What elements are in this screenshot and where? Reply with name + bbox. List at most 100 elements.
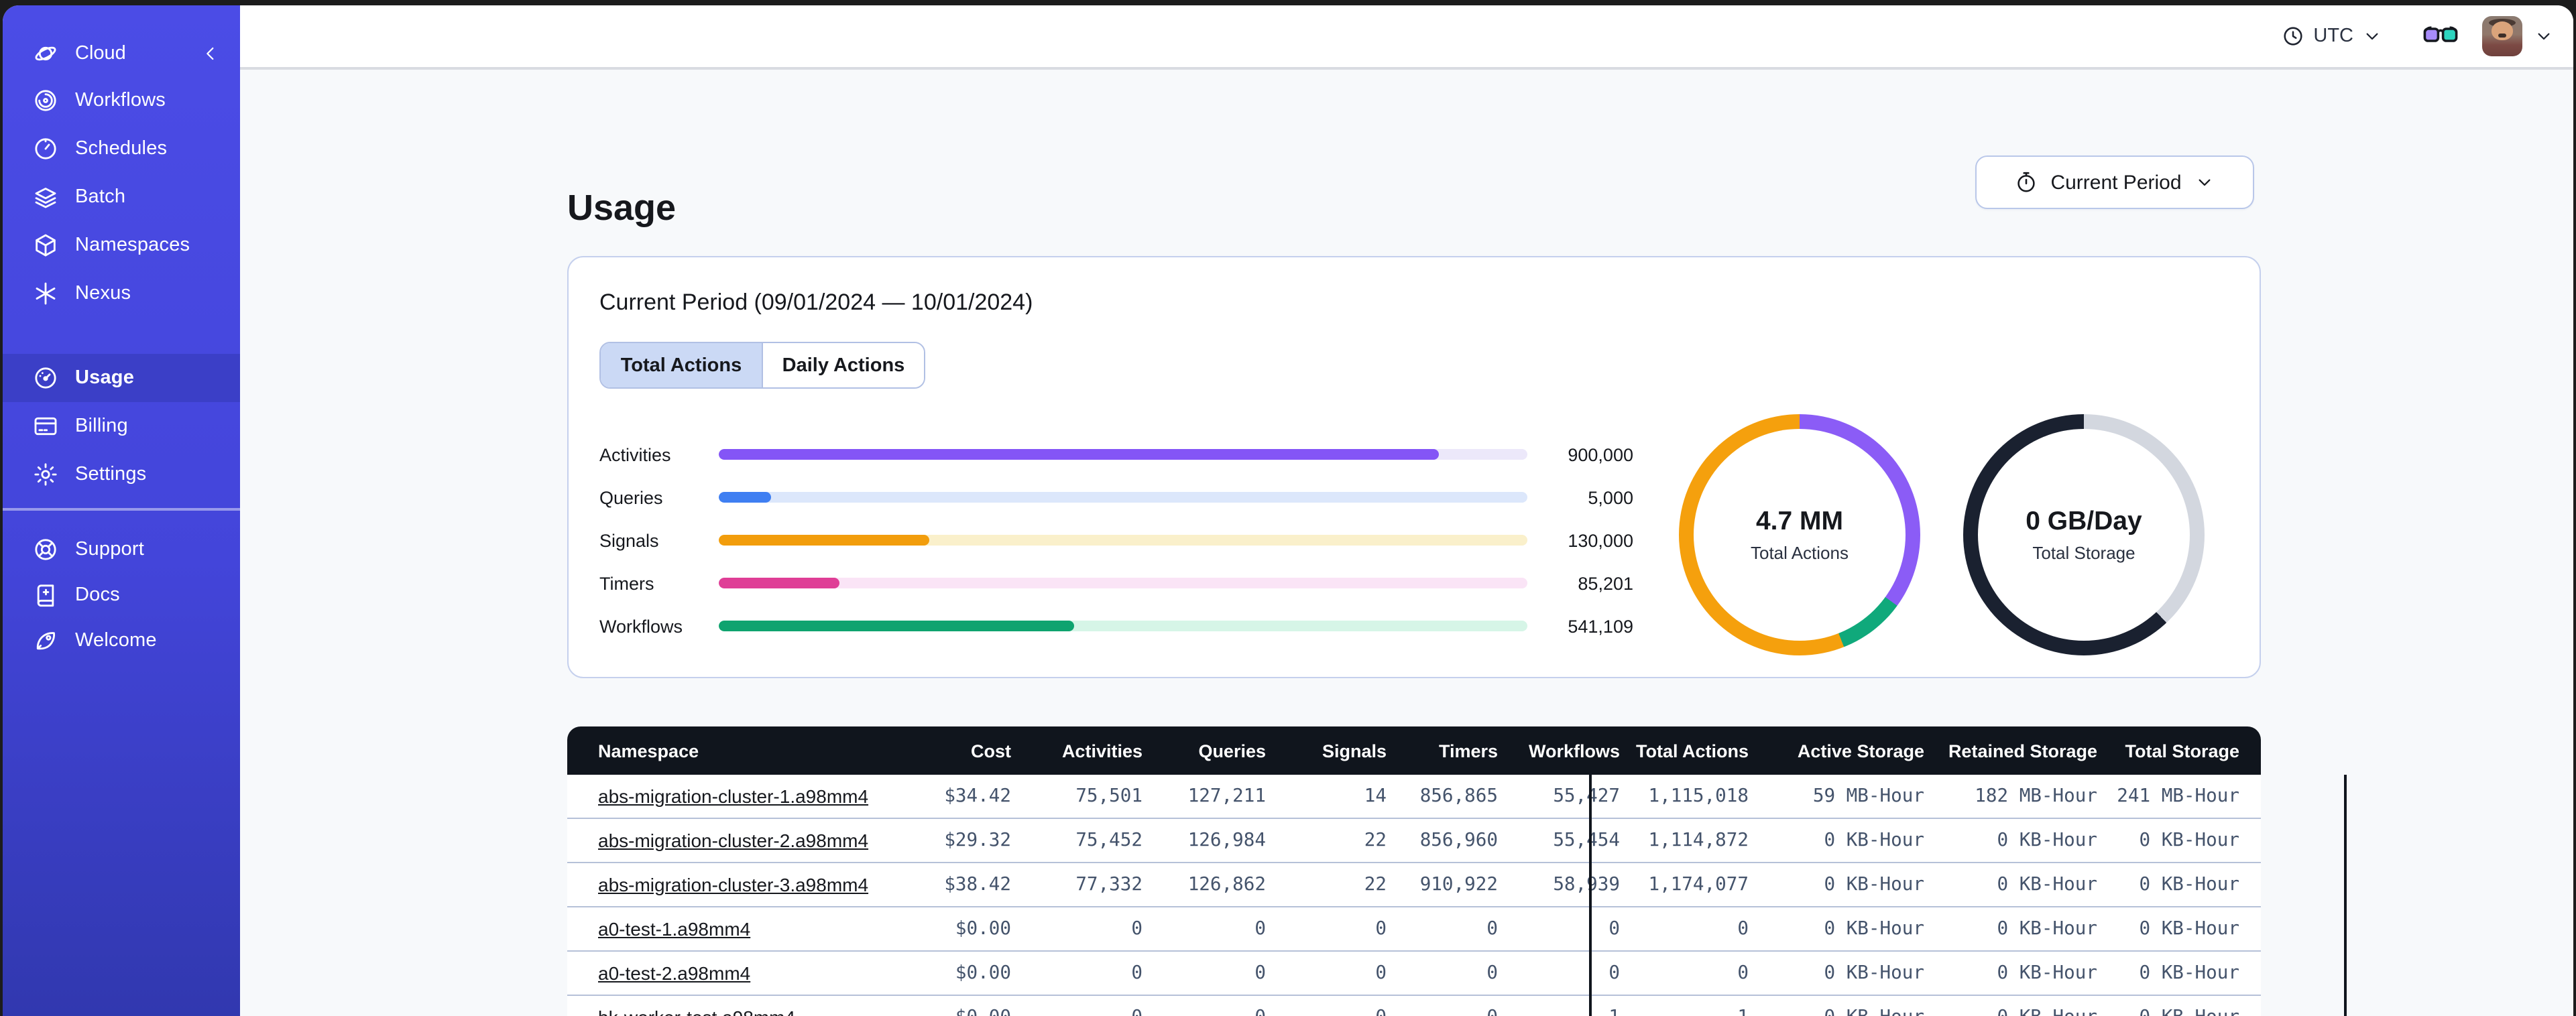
nexus-icon: [32, 280, 59, 307]
sidebar-item-label: Billing: [75, 416, 128, 437]
cell-total_storage: 0 KB-Hour: [2108, 1007, 2261, 1016]
cell-workflows: 58,939: [1553, 874, 1620, 895]
sidebar-item-label: Usage: [75, 367, 135, 389]
sidebar-item-workflows[interactable]: Workflows: [3, 76, 240, 125]
cell-total_storage: 241 MB-Hour: [2117, 785, 2239, 807]
tab-total-actions[interactable]: Total Actions: [601, 343, 762, 387]
cell-timers: 856,865: [1419, 785, 1498, 807]
sidebar-item-label: Namespaces: [75, 235, 190, 256]
bar-fill: [719, 578, 840, 588]
sidebar-item-batch[interactable]: Batch: [3, 173, 240, 221]
cell-namespace: a0-test-2.a98mm4: [567, 962, 834, 985]
support-icon: [32, 536, 59, 563]
cell-signals: 22: [1364, 830, 1387, 851]
sidebar-item-label: Support: [75, 539, 144, 560]
cell-workflows: 55,454: [1553, 830, 1620, 851]
cell-timers: 856,960: [1419, 830, 1498, 851]
namespace-link[interactable]: abs-migration-cluster-1.a98mm4: [598, 785, 868, 806]
billing-icon: [32, 413, 59, 440]
table-row: abs-migration-cluster-3.a98mm4 $38.42 77,3…: [567, 862, 2261, 906]
namespace-link[interactable]: a0-test-2.a98mm4: [598, 962, 750, 983]
cell-cost: $0.00: [955, 962, 1011, 984]
cell-total_actions: 1,174,077: [1648, 874, 1749, 895]
table-body: abs-migration-cluster-1.a98mm4 $34.42 75,5…: [567, 775, 2347, 1016]
sidebar-brand[interactable]: Cloud: [3, 34, 240, 74]
namespace-link[interactable]: abs-migration-cluster-3.a98mm4: [598, 873, 868, 895]
namespace-usage-table: Namespace Cost Activities Queries Signals Tim…: [567, 726, 2347, 1016]
tab-daily-actions[interactable]: Daily Actions: [762, 343, 924, 387]
topbar-right-cluster: UTC: [2281, 16, 2555, 56]
cell-queries: 126,862: [1187, 874, 1266, 895]
namespaces-icon: [32, 232, 59, 259]
cell-retained_storage: 0 KB-Hour: [1935, 1007, 2108, 1016]
namespace-link[interactable]: abs-migration-cluster-2.a98mm4: [598, 829, 868, 850]
cell-workflows: 1: [1509, 1007, 1631, 1016]
bar-fill: [719, 535, 929, 546]
sidebar-item-billing[interactable]: Billing: [3, 402, 240, 450]
cell-workflows: 0: [1608, 918, 1620, 940]
user-avatar[interactable]: [2482, 16, 2522, 56]
sidebar-item-label: Welcome: [75, 630, 157, 651]
namespace-link[interactable]: bk-worker-test.a98mm4: [598, 1006, 795, 1016]
stopwatch-icon: [2014, 170, 2038, 194]
cell-activities: 0: [1024, 1007, 1153, 1016]
cell-timers: 0: [1397, 1007, 1509, 1016]
cell-activities: 75,501: [1075, 785, 1143, 807]
column-header-namespace: Namespace: [598, 741, 699, 761]
bar-value: 85,201: [1578, 573, 1633, 593]
column-header-retained_storage: Retained Storage: [1948, 741, 2097, 761]
cell-activities: 0: [1131, 918, 1143, 940]
table-row: bk-worker-test.a98mm4$0.000000110 KB-Hou…: [567, 995, 2261, 1016]
column-header-signals: Signals: [1322, 741, 1387, 761]
bar-value: 541,109: [1568, 616, 1633, 636]
cell-total_storage: 0 KB-Hour: [2139, 874, 2239, 895]
timezone-selector[interactable]: UTC: [2281, 24, 2383, 48]
cell-signals: 0: [1375, 918, 1387, 940]
sidebar-item-settings[interactable]: Settings: [3, 450, 240, 499]
sidebar-item-docs[interactable]: Docs: [3, 572, 240, 618]
table-row: abs-migration-cluster-2.a98mm4 $29.32 75,4…: [567, 818, 2261, 862]
bar-fill: [719, 492, 772, 503]
cell-total_actions: 1,115,018: [1648, 785, 1749, 807]
sidebar-item-welcome[interactable]: Welcome: [3, 618, 240, 663]
clock-icon: [2281, 24, 2305, 48]
bar-value: 130,000: [1568, 530, 1633, 550]
sidebar-item-nexus[interactable]: Nexus: [3, 269, 240, 318]
total-storage-donut: 0 GB/Day Total Storage: [1963, 414, 2205, 655]
bar-label: Activities: [599, 444, 671, 464]
cell-signals: 0: [1375, 962, 1387, 984]
cell-active_storage: 0 KB-Hour: [1824, 874, 1924, 895]
usage-icon: [32, 365, 59, 391]
column-header-workflows: Workflows: [1528, 741, 1620, 761]
cell-activities: 75,452: [1075, 830, 1143, 851]
labs-glasses-icon[interactable]: [2423, 24, 2458, 48]
cell-total_actions: 0: [1737, 918, 1749, 940]
page-title: Usage: [567, 188, 677, 229]
cell-total_storage: 0 KB-Hour: [2139, 830, 2239, 851]
bar-track: [719, 492, 1527, 503]
sidebar-item-label: Schedules: [75, 138, 168, 160]
cell-cost: $38.42: [944, 874, 1011, 895]
cell-active_storage: 0 KB-Hour: [1824, 918, 1924, 940]
sidebar-item-label: Docs: [75, 584, 120, 606]
sidebar-collapse-icon[interactable]: [200, 43, 221, 64]
cell-queries: 0: [1153, 1007, 1277, 1016]
table-row: a0-test-1.a98mm4 $0.00 0 0 0 0 0 0 0 KB-Hour 0 KB…: [567, 906, 2261, 950]
bar-label: Queries: [599, 487, 663, 507]
cell-active_storage: 59 MB-Hour: [1812, 785, 1924, 807]
batch-icon: [32, 184, 59, 210]
chevron-down-icon: [2361, 25, 2383, 47]
table-group-divider: [1589, 775, 1592, 1016]
donut-value: 0 GB/Day: [2026, 507, 2142, 536]
sidebar-item-namespaces[interactable]: Namespaces: [3, 221, 240, 269]
account-menu-chevron-down-icon[interactable]: [2533, 25, 2555, 47]
sidebar-item-label: Workflows: [75, 90, 166, 111]
period-selector-button[interactable]: Current Period: [1975, 155, 2254, 209]
cell-active_storage: 0 KB-Hour: [1824, 830, 1924, 851]
sidebar-item-usage[interactable]: Usage: [3, 354, 240, 402]
timezone-label: UTC: [2313, 25, 2353, 47]
bar-fill: [719, 621, 1075, 631]
sidebar-item-support[interactable]: Support: [3, 527, 240, 572]
sidebar-item-schedules[interactable]: Schedules: [3, 125, 240, 173]
namespace-link[interactable]: a0-test-1.a98mm4: [598, 917, 750, 939]
